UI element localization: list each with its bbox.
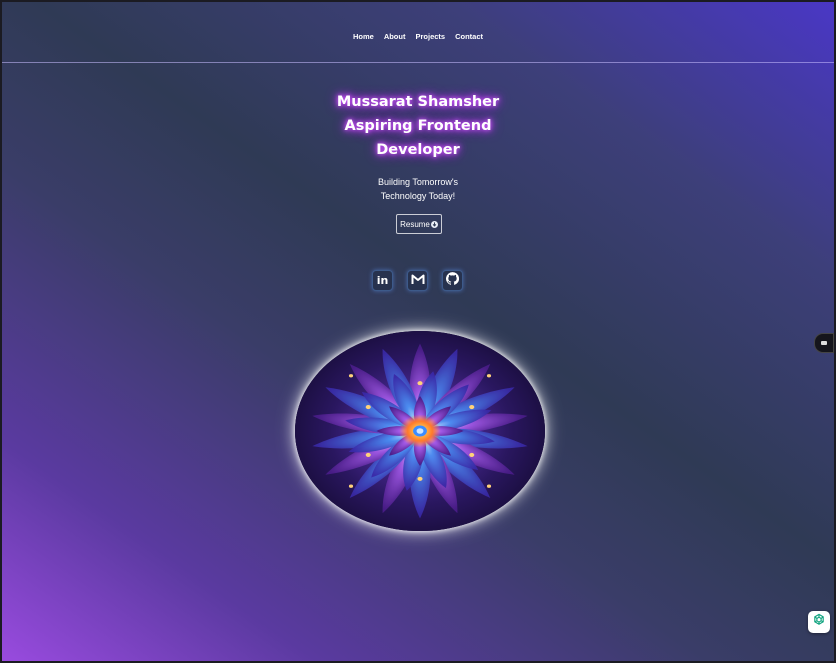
linkedin-button[interactable]: in xyxy=(372,270,393,291)
github-button[interactable] xyxy=(442,270,463,291)
extension-toggle[interactable] xyxy=(814,333,834,353)
social-links: in xyxy=(372,270,463,291)
tagline-line: Technology Today! xyxy=(380,191,456,201)
gmail-icon xyxy=(411,272,425,290)
gmail-button[interactable] xyxy=(407,270,428,291)
mandala-illustration xyxy=(295,331,545,531)
extension-icon xyxy=(821,341,827,345)
nav-projects[interactable]: Projects xyxy=(415,32,445,41)
resume-label: Resume xyxy=(400,219,430,229)
main-nav: Home About Projects Contact xyxy=(2,32,834,41)
hero-tagline: Building Tomorrow's Technology Today! xyxy=(2,175,834,203)
header-divider xyxy=(2,62,834,63)
nav-home[interactable]: Home xyxy=(353,32,374,41)
chat-assistant-button[interactable] xyxy=(808,611,830,633)
chatgpt-icon xyxy=(812,613,826,632)
nav-about[interactable]: About xyxy=(384,32,406,41)
linkedin-icon: in xyxy=(376,274,389,287)
hero-title-line: Aspiring Frontend xyxy=(344,118,492,134)
nav-contact[interactable]: Contact xyxy=(455,32,483,41)
download-icon xyxy=(430,220,438,228)
github-icon xyxy=(445,271,460,290)
resume-button[interactable]: Resume xyxy=(396,214,442,234)
hero-title-line: Mussarat Shamsher xyxy=(336,94,500,110)
hero-title-line: Developer xyxy=(376,142,460,158)
tagline-line: Building Tomorrow's xyxy=(377,177,459,187)
hero-flower-image xyxy=(295,331,545,531)
hero-title: Mussarat Shamsher Aspiring Frontend Deve… xyxy=(2,90,834,162)
